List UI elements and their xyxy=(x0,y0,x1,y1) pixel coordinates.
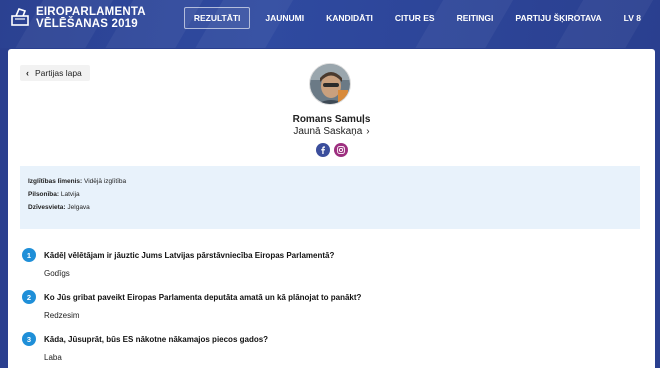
candidate-avatar xyxy=(309,63,351,105)
answer-text: Godīgs xyxy=(44,269,70,278)
nav-item-citur-es[interactable]: CITUR ES xyxy=(384,7,446,29)
nav-item-rezultati[interactable]: REZULTĀTI xyxy=(183,7,251,29)
candidate-name: Romans Samuļs xyxy=(292,114,371,125)
nav-item-partiju-skirotava[interactable]: PARTIJU ŠĶIROTAVA xyxy=(504,7,612,29)
facebook-icon[interactable] xyxy=(315,143,330,157)
education-row: Izglītības līmenis: Vidējā izglītība xyxy=(28,178,632,185)
question-text: Ko Jūs gribat paveikt Eiropas Parlamenta… xyxy=(44,292,362,302)
instagram-icon[interactable] xyxy=(333,143,348,157)
citizenship-value: Latvija xyxy=(60,191,80,198)
ballot-box-logo-icon[interactable] xyxy=(10,7,30,27)
main-nav: REZULTĀTI JAUNUMI KANDIDĀTI CITUR ES REI… xyxy=(183,7,652,29)
site-brand[interactable]: EIROPARLAMENTA VĒLĒŠANAS 2019 xyxy=(36,6,146,30)
education-value: Vidējā izglītība xyxy=(84,178,127,185)
residence-value: Jelgava xyxy=(67,204,90,211)
answer-text: Redzesim xyxy=(44,311,80,320)
top-navigation-bar: EIROPARLAMENTA VĒLĒŠANAS 2019 REZULTĀTI … xyxy=(0,0,660,48)
nav-item-reitingi[interactable]: REITINGI xyxy=(446,7,505,29)
residence-row: Dzīvesvieta: Jelgava xyxy=(28,204,632,211)
question-item: 2 Ko Jūs gribat paveikt Eiropas Parlamen… xyxy=(22,290,642,320)
back-to-party-button[interactable]: ‹ Partijas lapa xyxy=(20,65,90,81)
social-links xyxy=(8,143,655,157)
question-number-badge: 1 xyxy=(22,248,36,262)
residence-label: Dzīvesvieta: xyxy=(28,204,66,211)
nav-item-kandidati[interactable]: KANDIDĀTI xyxy=(315,7,384,29)
question-text: Kādēļ vēlētājam ir jāuztic Jums Latvijas… xyxy=(44,250,335,260)
answer-text: Laba xyxy=(44,353,62,362)
back-button-label: Partijas lapa xyxy=(35,68,82,78)
question-item: 1 Kādēļ vēlētājam ir jāuztic Jums Latvij… xyxy=(22,248,642,278)
brand-line-2: VĒLĒŠANAS 2019 xyxy=(36,18,138,30)
chevron-left-icon: ‹ xyxy=(26,68,29,78)
candidate-card: ‹ Partijas lapa Romans Samuļs Jaunā Sask… xyxy=(8,49,655,368)
candidate-party-link[interactable]: Jaunā Saskaņa › xyxy=(8,126,655,137)
chevron-right-icon: › xyxy=(366,126,370,137)
language-switch[interactable]: LV 8 xyxy=(613,7,652,29)
question-text: Kāda, Jūsuprāt, būs ES nākotne nākamajos… xyxy=(44,334,269,344)
party-name: Jaunā Saskaņa xyxy=(293,126,363,137)
question-number-badge: 3 xyxy=(22,332,36,346)
candidate-info-panel: Izglītības līmenis: Vidējā izglītība Pil… xyxy=(20,166,640,229)
citizenship-label: Pilsonība: xyxy=(28,191,60,198)
education-label: Izglītības līmenis: xyxy=(28,178,83,185)
nav-item-jaunumi[interactable]: JAUNUMI xyxy=(254,7,315,29)
brand-line-1: EIROPARLAMENTA xyxy=(36,6,146,18)
question-item: 3 Kāda, Jūsuprāt, būs ES nākotne nākamaj… xyxy=(22,332,642,362)
question-number-badge: 2 xyxy=(22,290,36,304)
citizenship-row: Pilsonība: Latvija xyxy=(28,191,632,198)
